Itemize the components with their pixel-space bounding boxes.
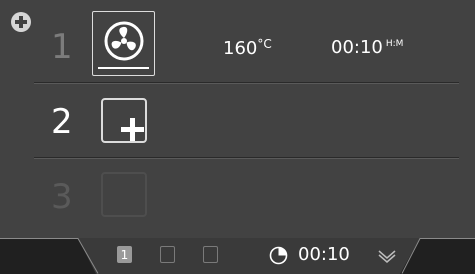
empty-slot-3: [101, 172, 147, 217]
remaining-time: 00:10: [298, 244, 350, 265]
footer-shape: [0, 238, 475, 274]
temperature-number: 160: [223, 38, 258, 59]
plus-icon: [121, 118, 144, 141]
step-number-2: 2: [51, 102, 73, 142]
timer-icon: [269, 246, 288, 265]
page-indicator-1[interactable]: 1: [117, 246, 132, 263]
page-indicator-2[interactable]: [160, 246, 175, 263]
add-step-button[interactable]: [11, 12, 31, 32]
time-number: 00:10: [331, 37, 383, 58]
footer-bar: [0, 238, 475, 274]
fan-mode-button[interactable]: [92, 11, 155, 76]
row-divider: [34, 82, 459, 84]
selected-indicator: [98, 67, 149, 69]
chevron-down-icon[interactable]: [378, 249, 396, 263]
time-value[interactable]: 00:10 H:M: [331, 37, 403, 58]
temperature-value[interactable]: 160°C: [223, 37, 272, 59]
step-number-1: 1: [51, 27, 73, 67]
fan-icon: [104, 21, 144, 61]
step-number-3: 3: [51, 177, 73, 217]
temperature-unit: °C: [257, 37, 272, 51]
page-indicator-3[interactable]: [203, 246, 218, 263]
time-unit: H:M: [385, 39, 404, 49]
row-divider: [34, 157, 459, 159]
